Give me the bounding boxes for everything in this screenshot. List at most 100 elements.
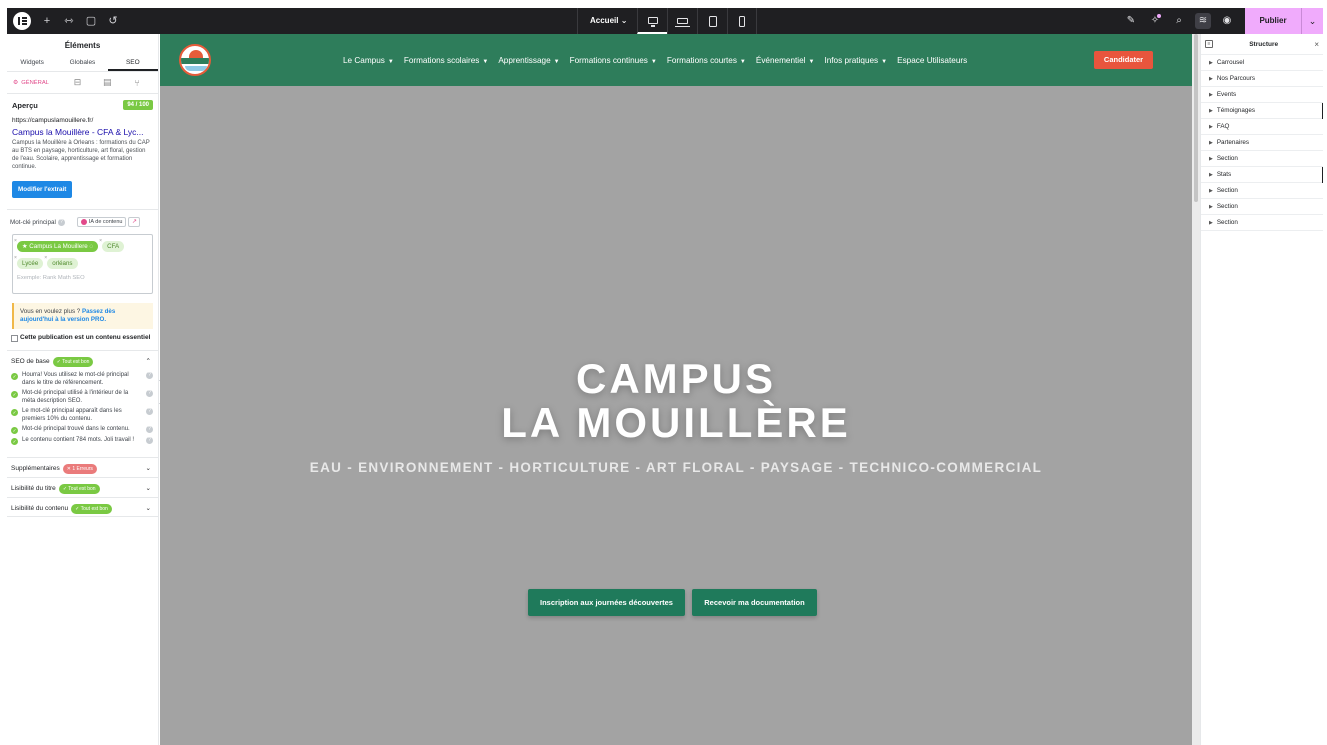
schema-tab-icon[interactable]: ▤	[92, 77, 122, 88]
page-selector[interactable]: Accueil ⌄	[577, 8, 637, 34]
seo-tab-general[interactable]: ⚙ GÉNÉRAL	[13, 80, 63, 86]
page-settings-icon[interactable]: ▢	[80, 8, 102, 34]
structure-item-events[interactable]: ▶ Events	[1201, 87, 1323, 103]
structure-item-section[interactable]: ▶ Section	[1201, 215, 1323, 231]
structure-item-section[interactable]: ▶ Section	[1201, 199, 1323, 215]
chevron-up-icon[interactable]: ⌃	[146, 357, 151, 365]
caret-down-icon: ▼	[387, 58, 394, 65]
keyword-tag[interactable]: × orléans	[44, 255, 78, 269]
laptop-view-icon[interactable]	[667, 8, 697, 34]
site-logo[interactable]	[179, 44, 211, 76]
structure-panel: ≡ Structure × ▶ Carrousel ▶ Nos Parcours ▶…	[1200, 34, 1323, 745]
discovery-days-button[interactable]: Inscription aux journées découvertes	[528, 589, 685, 616]
focus-keyword-input[interactable]: × ★ Campus La Mouillere ◌ × CFA × Lycée × or…	[12, 234, 153, 294]
tablet-view-icon[interactable]	[697, 8, 727, 34]
navigator-icon[interactable]: ⇿	[58, 8, 80, 34]
keyword-tag[interactable]: × Lycée	[14, 255, 44, 269]
seo-base-header[interactable]: SEO de base ✓ Tout est bon ⌃	[7, 353, 158, 369]
content-ai-button[interactable]: IA de contenu	[76, 217, 127, 227]
essential-content-label: Cette publication est un contenu essenti…	[20, 334, 151, 341]
caret-right-icon[interactable]: ▶	[1209, 172, 1213, 178]
nav-item-infos-pratiques[interactable]: Infos pratiques ▼	[824, 56, 887, 65]
help-icon[interactable]: ?	[146, 437, 153, 444]
caret-right-icon[interactable]: ▶	[1209, 108, 1213, 114]
mobile-view-icon[interactable]	[727, 8, 758, 34]
social-tab-icon[interactable]: ⊟	[63, 77, 93, 88]
advanced-tab-icon[interactable]: ⑂	[122, 78, 152, 88]
seo-base-label: SEO de base	[11, 357, 50, 365]
structure-item-nos-parcours[interactable]: ▶ Nos Parcours	[1201, 71, 1323, 87]
nav-item-le-campus[interactable]: Le Campus ▼	[343, 56, 394, 65]
nav-item-apprentissage[interactable]: Apprentissage ▼	[498, 56, 559, 65]
essential-content-checkbox[interactable]	[11, 335, 18, 342]
nav-item-formations-scolaires[interactable]: Formations scolaires ▼	[404, 56, 488, 65]
structure-item-partenaires[interactable]: ▶ Partenaires	[1201, 135, 1323, 151]
documentation-button[interactable]: Recevoir ma documentation	[692, 589, 817, 616]
help-icon[interactable]: ?	[146, 408, 153, 415]
caret-right-icon[interactable]: ▶	[1209, 220, 1213, 226]
status-badge: ✓ Tout est bon	[58, 483, 100, 494]
chevron-down-icon[interactable]: ⌄	[146, 504, 151, 512]
content-ai-icon	[80, 219, 87, 225]
content-readability-section[interactable]: Lisibilité du contenu ✓ Tout est bon ⌄	[7, 497, 158, 517]
remove-tag-icon[interactable]: ×	[14, 255, 17, 261]
structure-icon[interactable]: ≋	[1195, 13, 1211, 29]
help-icon[interactable]: ?	[57, 218, 65, 226]
structure-item-stats[interactable]: ▶ Stats	[1201, 167, 1323, 183]
history-icon[interactable]: ↺	[102, 8, 124, 34]
preview-icon[interactable]: ◉	[1215, 8, 1239, 34]
pen-icon[interactable]: ✎	[1119, 8, 1143, 34]
remove-tag-icon[interactable]: ×	[44, 255, 47, 261]
chevron-down-icon[interactable]: ⌄	[146, 464, 151, 472]
trends-icon[interactable]: ↗	[128, 217, 141, 227]
help-icon[interactable]: ?	[146, 390, 153, 397]
notifications-icon[interactable]: ✧	[1143, 8, 1167, 34]
check-item: ✓ Mot-clé principal trouvé dans le conten…	[7, 426, 158, 434]
caret-right-icon[interactable]: ▶	[1209, 156, 1213, 162]
edit-snippet-button[interactable]: Modifier l'extrait	[12, 181, 73, 198]
hero-title-line-2: LA MOUILLÈRE	[501, 399, 851, 446]
structure-item-section[interactable]: ▶ Section	[1201, 151, 1323, 167]
essential-content-option: Cette publication est un contenu essenti…	[7, 329, 158, 342]
chevron-down-icon[interactable]: ⌄	[146, 484, 151, 492]
remove-tag-icon[interactable]: ×	[14, 238, 17, 244]
structure-item-faq[interactable]: ▶ FAQ	[1201, 119, 1323, 135]
nav-item-evenementiel[interactable]: Événementiel ▼	[756, 56, 815, 65]
serp-description: Campus la Mouillère à Orleans : formatio…	[12, 140, 150, 170]
caret-right-icon[interactable]: ▶	[1209, 60, 1213, 66]
nav-item-formations-continues[interactable]: Formations continues ▼	[570, 56, 657, 65]
caret-right-icon[interactable]: ▶	[1209, 76, 1213, 82]
tab-globales[interactable]: Globales	[57, 56, 107, 71]
close-icon[interactable]: ×	[1314, 40, 1319, 49]
remove-tag-icon[interactable]: ×	[99, 238, 102, 244]
keyword-tag[interactable]: × ★ Campus La Mouillere ◌	[14, 238, 99, 252]
keyword-header: Mot-clé principal ? IA de contenu ↗	[7, 210, 158, 227]
caret-right-icon[interactable]: ▶	[1209, 140, 1213, 146]
structure-item-section[interactable]: ▶ Section	[1201, 183, 1323, 199]
tab-seo[interactable]: SEO	[107, 56, 158, 71]
help-icon[interactable]: ?	[146, 372, 153, 379]
caret-right-icon[interactable]: ▶	[1209, 92, 1213, 98]
caret-right-icon[interactable]: ▶	[1209, 188, 1213, 194]
help-icon[interactable]: ?	[146, 426, 153, 433]
candidater-button[interactable]: Candidater	[1094, 51, 1153, 69]
publish-options-icon[interactable]: ⌄	[1301, 8, 1323, 34]
elementor-logo-icon[interactable]	[13, 12, 31, 30]
nav-item-espace-utilisateurs[interactable]: Espace Utilisateurs	[897, 56, 967, 65]
search-icon[interactable]: ⌕	[1167, 8, 1191, 34]
tab-widgets[interactable]: Widgets	[7, 56, 57, 71]
editor-topbar: + ⇿ ▢ ↺ Accueil ⌄ ✎ ✧ ⌕ ≋ ◉ Publier ⌄	[7, 8, 1323, 34]
title-readability-section[interactable]: Lisibilité du titre ✓ Tout est bon ⌄	[7, 477, 158, 497]
serp-title: Campus la Mouillère - CFA & Lyc...	[12, 127, 144, 137]
caret-right-icon[interactable]: ▶	[1209, 124, 1213, 130]
canvas-scrollbar[interactable]	[1192, 34, 1200, 745]
desktop-view-icon[interactable]	[637, 8, 668, 34]
add-element-icon[interactable]: +	[36, 8, 58, 34]
nav-item-formations-courtes[interactable]: Formations courtes ▼	[667, 56, 746, 65]
structure-item-temoignages[interactable]: ▶ Témoignages	[1201, 103, 1323, 119]
keyword-tag[interactable]: × CFA	[99, 238, 125, 252]
publish-button[interactable]: Publier	[1245, 8, 1301, 34]
caret-right-icon[interactable]: ▶	[1209, 204, 1213, 210]
structure-item-carrousel[interactable]: ▶ Carrousel	[1201, 55, 1323, 71]
additional-section[interactable]: Supplémentaires ✕ 1 Erreurs ⌄	[7, 457, 158, 477]
